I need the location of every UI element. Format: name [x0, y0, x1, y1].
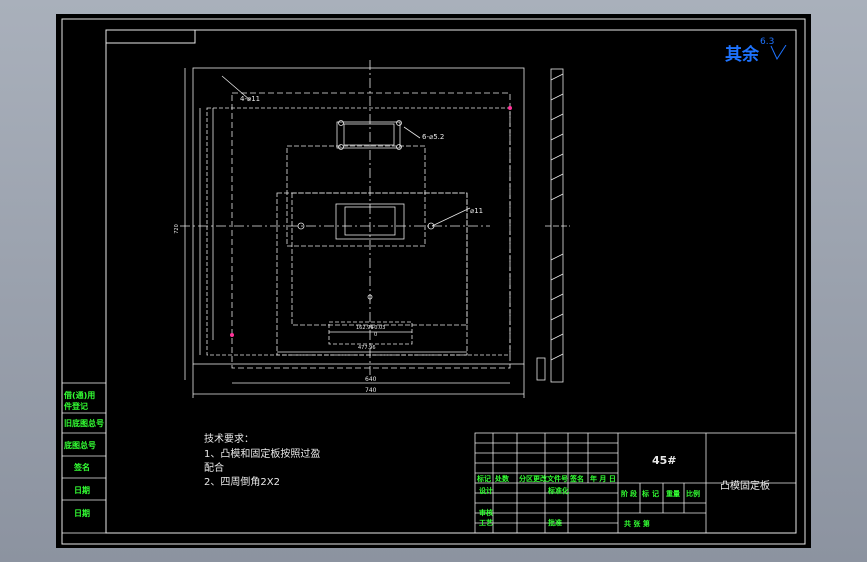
hdr-2: 分区: [519, 475, 533, 483]
upper-slot: [336, 121, 401, 149]
hdr-5: 年 月 日: [590, 475, 616, 483]
scale-label: 比例: [686, 490, 700, 498]
hole: [396, 144, 402, 150]
side-label-0: 借(通)用: [64, 391, 96, 400]
side-dim-box: [536, 357, 546, 381]
tech-req-line2: 2、四周倒角2X2: [204, 477, 280, 488]
marker: [230, 333, 234, 337]
side-view: [536, 68, 570, 383]
standard-label: 标准化: [548, 487, 569, 495]
stage-3: 记: [652, 490, 659, 498]
code-box: [105, 29, 196, 44]
approve-label: 批准: [548, 519, 562, 527]
stage-1: 段: [630, 490, 637, 498]
plate-outline: [192, 67, 525, 365]
leader-d11: [431, 207, 471, 227]
dim-total-label: 740: [365, 387, 377, 394]
surface-finish-label: 其余: [725, 45, 759, 65]
weight-label: 重量: [666, 490, 680, 498]
side-label-5: 日期: [74, 486, 90, 495]
hdr-1: 处数: [495, 475, 509, 483]
tol-upper: +0.03: [370, 325, 386, 331]
stage-0: 阶: [621, 490, 628, 498]
dim-outer-label: 640: [365, 376, 377, 383]
sheets-label: 共 张 第: [624, 520, 650, 528]
side-label-6: 日期: [74, 509, 90, 518]
tol-lower: 0: [374, 332, 378, 338]
dim-left-label: 720: [173, 224, 180, 234]
hole-4-label: 4-⌀11: [240, 95, 261, 103]
side-label-2: 旧底图总号: [64, 419, 104, 428]
side-label-4: 签名: [74, 463, 90, 472]
hole-d11-label: ⌀11: [470, 207, 484, 215]
marker: [508, 106, 512, 110]
plan-view: [180, 60, 525, 398]
tech-req-line1b: 配合: [204, 463, 224, 474]
review-label: 审核: [479, 509, 493, 517]
part-name: 凸模固定板: [720, 481, 770, 492]
hdr-0: 标记: [477, 475, 491, 483]
roughness-icon: [770, 45, 787, 61]
hdr-3: 更改文件号: [533, 475, 568, 483]
hole: [338, 144, 344, 150]
material: 45#: [652, 454, 677, 467]
tech-req-title: 技术要求：: [204, 434, 254, 445]
hole: [338, 120, 344, 126]
leader-6: [403, 126, 421, 139]
tech-req-line1: 1、凸模和固定板按照过盈: [204, 449, 321, 460]
design-label: 设计: [479, 487, 493, 495]
hole: [396, 120, 402, 126]
hdr-4: 签名: [570, 475, 584, 483]
stage-2: 标: [642, 490, 649, 498]
middle-pocket: [291, 192, 468, 326]
upper-slot-inner: [343, 123, 395, 146]
side-label-1: 件登记: [64, 402, 88, 411]
process-label: 工艺: [479, 519, 493, 527]
outer-frame: [61, 18, 806, 545]
side-label-3: 底图总号: [64, 441, 96, 450]
dim-pocket-label: 477.96: [358, 345, 376, 351]
hole-6-label: 6-⌀5.2: [422, 133, 445, 141]
